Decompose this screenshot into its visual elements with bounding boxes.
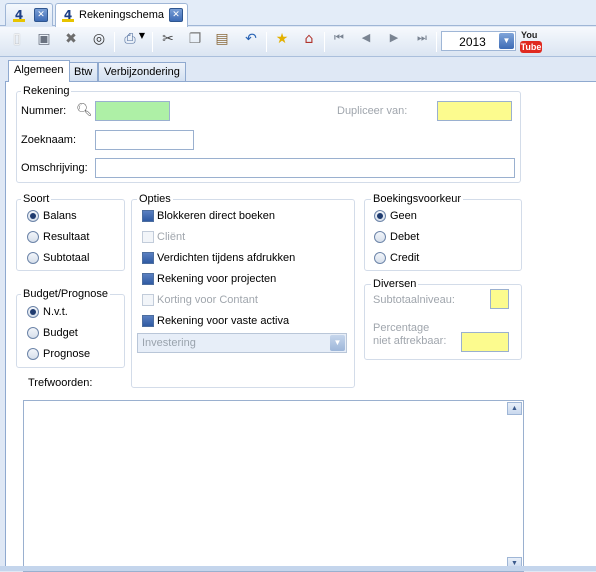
percentage-label: Percentage — [373, 322, 430, 334]
search-binoculars-icon[interactable]: ◎ — [88, 31, 110, 53]
chevron-down-icon[interactable]: ▼ — [330, 335, 345, 351]
search-icon[interactable]: 🔍︎ — [76, 102, 93, 118]
radio-credit[interactable] — [374, 252, 386, 264]
save-icon[interactable]: ▣ — [33, 31, 55, 53]
last-record-icon[interactable]: ⏭ — [411, 31, 433, 53]
separator — [436, 32, 437, 52]
radio-debet[interactable] — [374, 231, 386, 243]
subtotaalniveau-label: Subtotaalniveau: — [373, 294, 455, 306]
percentage-niet-aftrekbaar-field[interactable] — [461, 332, 509, 352]
previous-record-icon[interactable]: ◀ — [355, 31, 377, 53]
separator — [152, 32, 153, 52]
dupliceer-field[interactable] — [437, 101, 512, 121]
radio-geen[interactable] — [374, 210, 386, 222]
radio-label-geen: Geen — [390, 210, 417, 222]
scroll-up-icon[interactable]: ▲ — [507, 402, 522, 415]
tab-algemeen[interactable]: Algemeen — [8, 60, 70, 82]
boekingsvoorkeur-group-title: Boekingsvoorkeur — [371, 193, 464, 205]
boekingsvoorkeur-group — [364, 199, 522, 271]
checkbox-label-client: Cliënt — [157, 231, 186, 243]
diversen-group-title: Diversen — [371, 278, 419, 290]
delete-icon[interactable]: ✖ — [60, 31, 82, 53]
radio-label-prognose: Prognose — [43, 348, 91, 360]
cut-icon[interactable]: ✂ — [157, 31, 179, 53]
checkbox-projecten[interactable] — [142, 273, 154, 285]
next-record-icon[interactable]: ▶ — [383, 31, 405, 53]
tab-btw[interactable]: Btw — [68, 62, 99, 81]
youtube-icon[interactable]: You Tube — [519, 30, 543, 54]
checkbox-blokkeren[interactable] — [142, 210, 154, 222]
opties-group-title: Opties — [137, 193, 173, 205]
radio-label-subtotaal: Subtotaal — [43, 252, 90, 264]
chevron-down-icon[interactable]: ▼ — [136, 31, 148, 53]
subtotaalniveau-field[interactable] — [490, 289, 509, 309]
omschrijving-field[interactable] — [95, 158, 515, 178]
separator — [114, 32, 115, 52]
undo-icon[interactable]: ↶ — [240, 31, 262, 53]
radio-prognose[interactable] — [27, 348, 39, 360]
trefwoorden-label: Trefwoorden: — [28, 377, 93, 389]
checkbox-vaste-activa[interactable] — [142, 315, 154, 327]
checkbox-label-projecten: Rekening voor projecten — [157, 273, 277, 285]
new-document-icon[interactable]: ▯ — [6, 31, 28, 53]
checkbox-client[interactable] — [142, 231, 154, 243]
niet-aftrekbaar-label: niet aftrekbaar: — [373, 335, 447, 347]
radio-label-credit: Credit — [390, 252, 420, 264]
doc-tab-rekeningschema[interactable]: 4 Rekeningschema ✕ — [55, 3, 188, 27]
budget-group-title: Budget/Prognose — [21, 288, 111, 300]
checkbox-label-blokkeren: Blokkeren direct boeken — [157, 210, 276, 222]
close-icon[interactable]: ✕ — [169, 8, 183, 22]
checkbox-korting[interactable] — [142, 294, 154, 306]
doc-tab-home[interactable]: 4 ✕ — [5, 3, 53, 26]
radio-label-resultaat: Resultaat — [43, 231, 90, 243]
toolbar: ▯ ▣ ✖ ◎ ⎙ ▼ ✂ ❐ ▤ ↶ ★ ⌂ ⏮ ◀ ▶ ⏭ 2013 ▼ Y… — [0, 27, 596, 57]
trefwoorden-textarea[interactable]: ▲ ▼ — [23, 400, 524, 572]
soort-group-title: Soort — [21, 193, 52, 205]
omschrijving-label: Omschrijving: — [21, 162, 88, 174]
nummer-field[interactable] — [95, 101, 170, 121]
home-add-icon[interactable]: ⌂ — [298, 31, 320, 53]
paste-icon[interactable]: ▤ — [211, 31, 233, 53]
rekening-group-title: Rekening — [21, 85, 72, 97]
checkbox-label-verdichten: Verdichten tijdens afdrukken — [157, 252, 296, 264]
investering-select[interactable]: Investering ▼ — [137, 333, 347, 353]
radio-subtotaal[interactable] — [27, 252, 39, 264]
bottom-border — [0, 566, 596, 571]
tab-content-panel: Rekening Nummer: 🔍︎ Dupliceer van: Zoekn… — [5, 81, 596, 572]
app-logo-icon: 4 — [61, 8, 75, 22]
radio-balans[interactable] — [27, 210, 39, 222]
checkbox-verdichten[interactable] — [142, 252, 154, 264]
separator — [266, 32, 267, 52]
document-tab-strip: 4 ✕ 4 Rekeningschema ✕ — [0, 0, 596, 27]
radio-label-debet: Debet — [390, 231, 420, 243]
nummer-label: Nummer: — [21, 105, 67, 117]
radio-nvt[interactable] — [27, 306, 39, 318]
year-select[interactable]: 2013 ▼ — [441, 31, 516, 51]
zoeknaam-label: Zoeknaam: — [21, 134, 77, 146]
chevron-down-icon[interactable]: ▼ — [499, 33, 514, 49]
copy-icon[interactable]: ❐ — [184, 31, 206, 53]
app-logo-icon: 4 — [12, 8, 26, 22]
youtube-you-text: You — [521, 30, 538, 40]
dupliceer-label: Dupliceer van: — [337, 105, 408, 117]
favorite-star-icon[interactable]: ★ — [271, 31, 293, 53]
separator — [324, 32, 325, 52]
investering-select-value: Investering — [142, 337, 196, 349]
radio-label-nvt: N.v.t. — [43, 306, 68, 318]
checkbox-label-korting: Korting voor Contant — [157, 294, 258, 306]
close-icon[interactable]: ✕ — [34, 8, 48, 22]
radio-resultaat[interactable] — [27, 231, 39, 243]
doc-tab-label: Rekeningschema — [79, 9, 164, 21]
checkbox-label-vaste-activa: Rekening voor vaste activa — [157, 315, 290, 327]
tab-verbijzondering[interactable]: Verbijzondering — [98, 62, 186, 81]
radio-label-budget: Budget — [43, 327, 78, 339]
radio-label-balans: Balans — [43, 210, 77, 222]
year-value: 2013 — [459, 35, 486, 49]
radio-budget[interactable] — [27, 327, 39, 339]
zoeknaam-field[interactable] — [95, 130, 194, 150]
first-record-icon[interactable]: ⏮ — [328, 31, 350, 53]
youtube-tube-text: Tube — [520, 41, 542, 53]
